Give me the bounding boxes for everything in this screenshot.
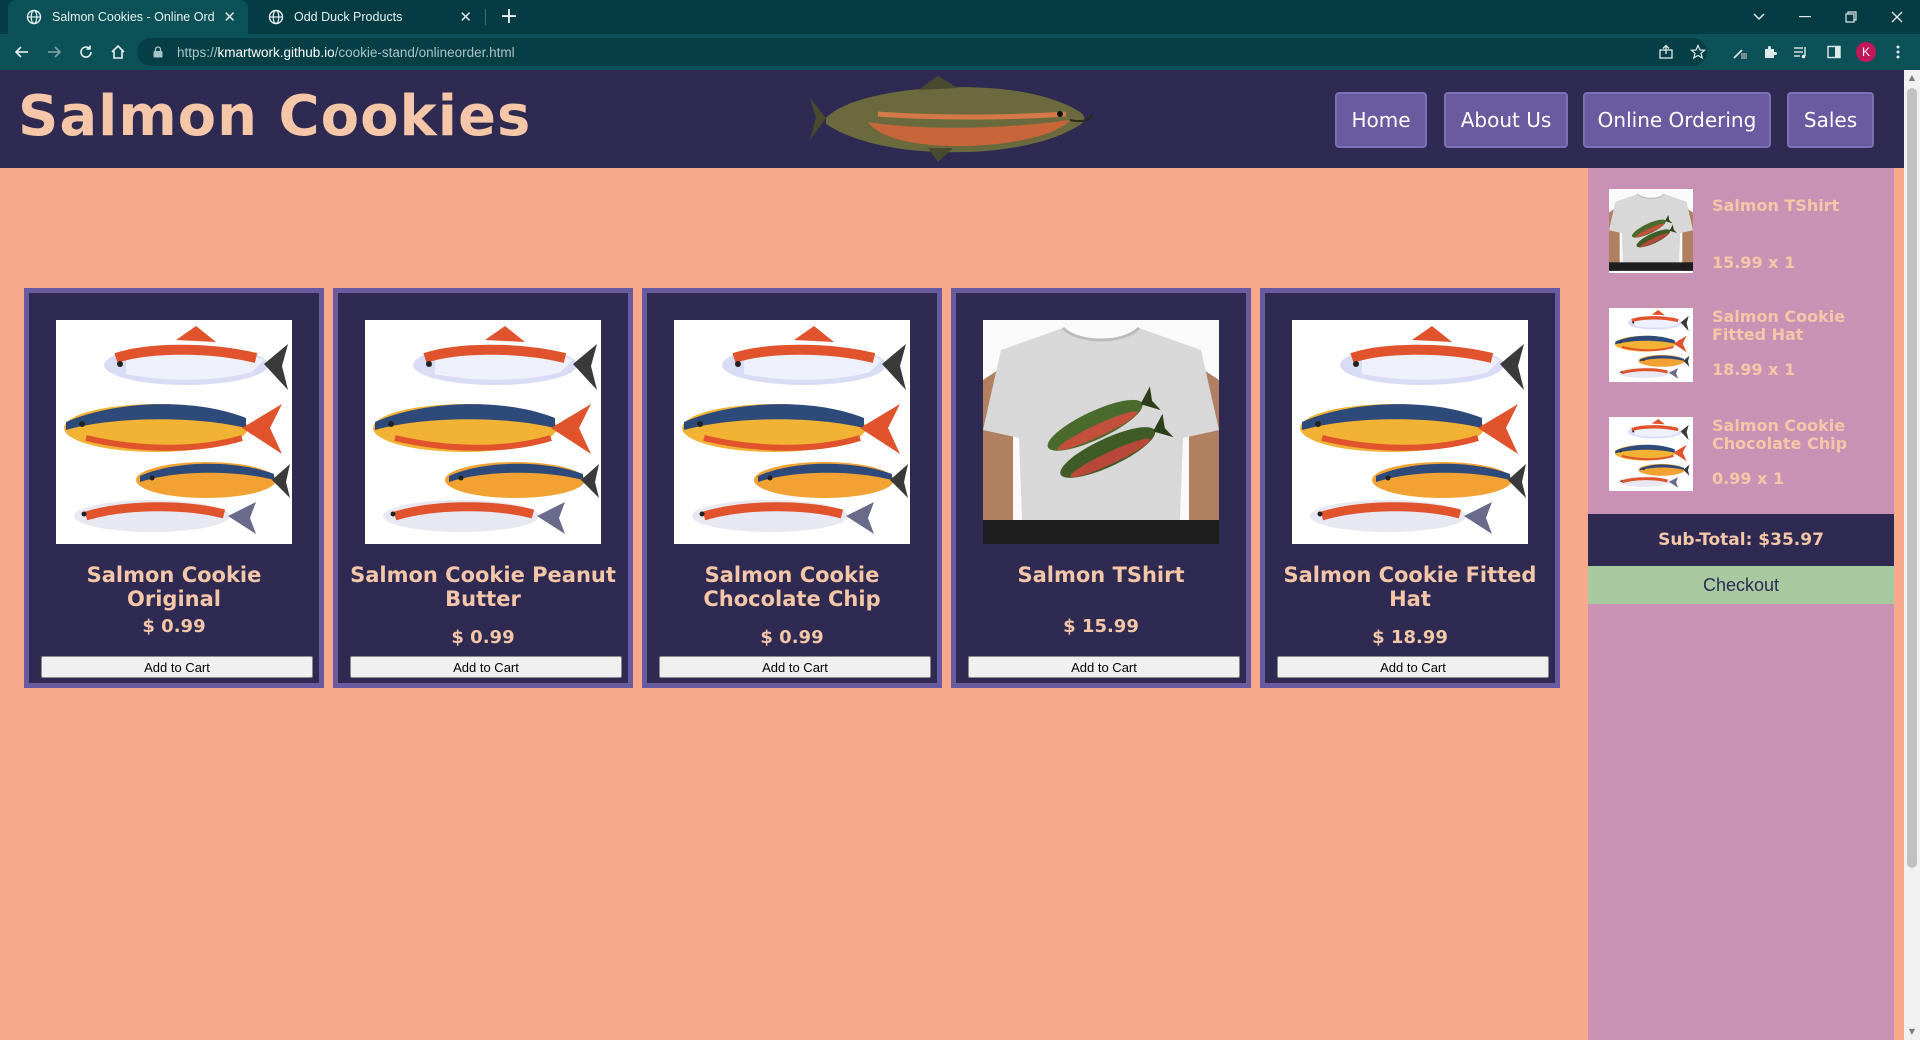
cart-item-image [1609,417,1693,491]
new-tab-button[interactable]: + [496,4,522,30]
product-name: Salmon Cookie Peanut Butter [350,563,616,611]
nav-online-ordering[interactable]: Online Ordering [1583,92,1771,148]
salmon-logo-icon [810,76,1093,162]
product-price: $ 15.99 [1063,616,1139,637]
address-bar[interactable]: https://kmartwork.github.io/cookie-stand… [137,38,1707,66]
cart-item-name: Salmon TShirt [1712,196,1840,215]
url-scheme: https:// [177,44,218,60]
close-icon[interactable]: ✕ [459,8,472,26]
fish-group-illustration [373,326,599,534]
reload-button[interactable] [74,40,98,64]
nav-home[interactable]: Home [1335,92,1427,148]
minimize-button[interactable] [1782,0,1828,34]
back-button[interactable] [10,40,34,64]
share-icon[interactable] [1656,42,1676,62]
product-image [674,320,910,544]
scroll-up-icon[interactable]: ▲ [1904,70,1920,86]
product-card: Salmon Cookie Peanut Butter $ 0.99 Add t… [333,288,633,688]
reload-icon [80,45,92,58]
home-button[interactable] [106,40,130,64]
fish-group-illustration [64,326,290,534]
product-card: Salmon Cookie Chocolate Chip $ 0.99 Add … [642,288,942,688]
nav-about-us[interactable]: About Us [1444,92,1568,148]
product-card: Salmon TShirt $ 15.99 Add to Cart [951,288,1251,688]
forward-button[interactable] [42,40,66,64]
product-name: Salmon Cookie Original [86,563,262,611]
cart-item-image [1609,308,1693,382]
browser-toolbar: https://kmartwork.github.io/cookie-stand… [0,34,1920,70]
product-name: Salmon TShirt [1017,563,1185,587]
arrow-right-icon [48,46,62,58]
fish-group-illustration [1614,309,1690,379]
cart-item-quantity: 0.99 x 1 [1712,469,1785,488]
home-icon [111,44,125,59]
puzzle-icon[interactable] [1760,42,1780,62]
browser-tab-bar: Salmon Cookies - Online Ordering ✕ Odd D… [0,0,1920,34]
tab-odd-duck-products[interactable]: Odd Duck Products ✕ [250,0,484,34]
product-image [365,320,601,544]
cart-item-name: Salmon Cookie Fitted Hat [1712,307,1846,344]
product-image [1292,320,1528,544]
fish-group-illustration [682,326,908,534]
product-name: Salmon Cookie Fitted Hat [1283,563,1537,611]
arrow-left-icon [14,46,28,58]
bookmark-star-icon[interactable] [1688,42,1708,62]
fish-group-illustration [1614,418,1690,488]
profile-avatar[interactable]: K [1856,42,1876,62]
product-price: $ 0.99 [142,616,206,637]
tab-divider [485,9,486,25]
cart-item-name: Salmon Cookie Chocolate Chip [1712,416,1848,453]
media-playlist-icon[interactable] [1790,42,1810,62]
restore-button[interactable] [1828,0,1874,34]
site-title: Salmon Cookies [18,84,532,149]
site-header: Salmon Cookies Home About Us Online Orde… [0,70,1904,168]
add-to-cart-button[interactable]: Add to Cart [41,656,313,678]
product-image [56,320,292,544]
tshirt-illustration [1609,191,1693,271]
tab-salmon-cookies[interactable]: Salmon Cookies - Online Ordering ✕ [8,0,248,34]
page-scrollbar[interactable]: ▲ ▼ [1904,70,1920,1040]
fish-group-illustration [1300,326,1526,534]
product-image [983,320,1219,544]
close-icon[interactable]: ✕ [223,8,236,26]
product-price: $ 0.99 [451,627,515,648]
product-price: $ 0.99 [760,627,824,648]
scroll-down-icon[interactable]: ▼ [1904,1024,1920,1040]
extension-icon[interactable] [1730,42,1750,62]
add-to-cart-button[interactable]: Add to Cart [659,656,931,678]
tab-search-chevron-icon[interactable] [1736,0,1782,34]
cart-item-quantity: 18.99 x 1 [1712,360,1796,379]
tab-title: Salmon Cookies - Online Ordering [52,10,215,24]
nav-sales[interactable]: Sales [1787,92,1874,148]
globe-icon [26,9,42,25]
checkout-button[interactable]: Checkout [1588,566,1894,604]
cart-subtotal: Sub-Total: $35.97 [1588,514,1894,566]
add-to-cart-button[interactable]: Add to Cart [968,656,1240,678]
globe-icon [268,9,284,25]
tshirt-illustration [983,320,1219,544]
product-card: Salmon Cookie Fitted Hat $ 18.99 Add to … [1260,288,1560,688]
add-to-cart-button[interactable]: Add to Cart [1277,656,1549,678]
url-host: kmartwork.github.io [217,44,335,60]
side-panel-icon[interactable] [1824,42,1844,62]
cart-item-image [1609,189,1693,273]
tab-title: Odd Duck Products [294,10,403,24]
product-card: Salmon Cookie Original $ 0.99 Add to Car… [24,288,324,688]
product-name: Salmon Cookie Chocolate Chip [703,563,881,611]
window-close-button[interactable] [1874,0,1920,34]
add-to-cart-button[interactable]: Add to Cart [350,656,622,678]
url-path: /cookie-stand/onlineorder.html [334,44,515,60]
menu-dots-icon[interactable] [1888,42,1908,62]
cart-item-quantity: 15.99 x 1 [1712,253,1796,272]
cart-sidebar: Salmon TShirt 15.99 x 1 Salmon Cookie Fi… [1588,168,1894,1040]
scrollbar-thumb[interactable] [1907,88,1917,868]
lock-icon [153,46,163,58]
product-price: $ 18.99 [1372,627,1448,648]
